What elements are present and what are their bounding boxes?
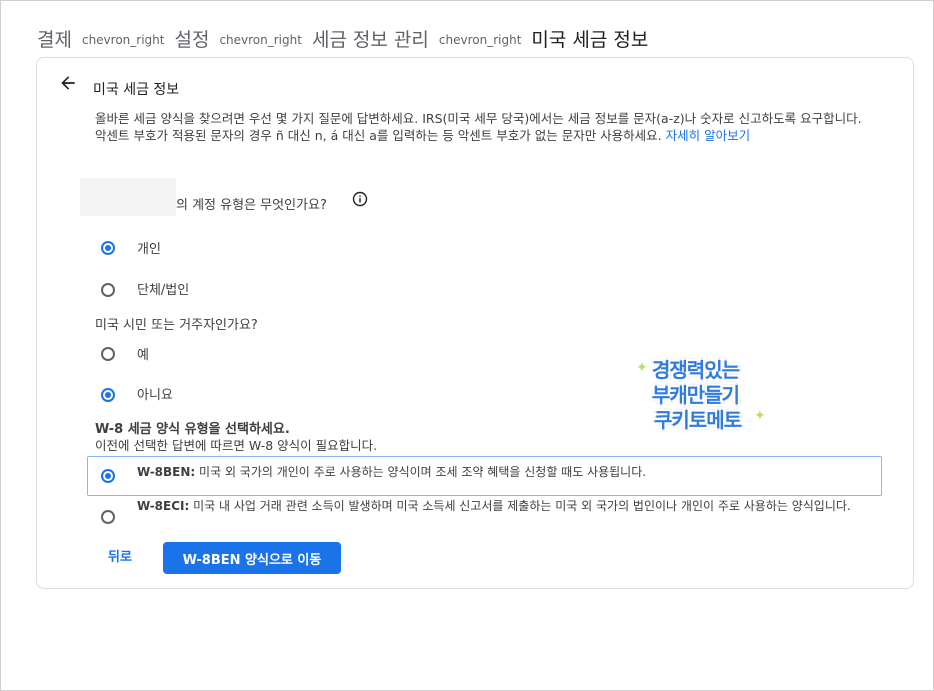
w8ben-desc: 미국 외 국가의 개인이 주로 사용하는 양식이며 조세 조약 혜택을 신청할 … [199,465,647,479]
chevron-right-icon: chevron_right [219,33,302,47]
radio-w8ben[interactable] [101,469,115,483]
learn-more-link[interactable]: 자세히 알아보기 [666,128,750,143]
account-type-question: 의 계정 유형은 무엇인가요? [176,198,327,213]
radio-entity-label: 단체/법인 [137,283,190,298]
radio-individual-label: 개인 [137,242,161,257]
go-to-w8ben-button[interactable]: W-8BEN 양식으로 이동 [163,542,341,574]
back-button[interactable]: 뒤로 [108,546,132,565]
breadcrumb-tax-info[interactable]: 세금 정보 관리 [312,25,429,52]
watermark-line-3: 쿠키토메토 [654,408,742,432]
radio-yes-label: 예 [137,348,149,363]
radio-individual[interactable] [101,241,115,255]
w8ben-code: W-8BEN: [137,465,196,479]
breadcrumb: 결제 chevron_right 설정 chevron_right 세금 정보 … [37,22,648,54]
page-title: 미국 세금 정보 [93,82,180,98]
w8-form-subheading: 이전에 선택한 답변에 따르면 W-8 양식이 필요합니다. [95,438,378,453]
chevron-right-icon: chevron_right [81,33,165,47]
us-citizen-question: 미국 시민 또는 거주자인가요? [95,318,258,333]
radio-yes[interactable] [101,347,115,361]
info-icon[interactable] [352,191,368,207]
chevron-right-icon: chevron_right [438,33,522,47]
w8eci-option-text: W-8ECI: 미국 내 사업 거래 관련 소득이 발생하며 미국 소득세 신고… [137,499,882,514]
radio-entity[interactable] [101,283,115,297]
breadcrumb-settings[interactable]: 설정 [174,25,209,52]
radio-w8eci[interactable] [101,510,115,524]
sparkle-icon: ✦ [636,360,648,376]
w8eci-code: W-8ECI: [137,499,190,513]
breadcrumb-payments[interactable]: 결제 [37,25,72,52]
breadcrumb-current: 미국 세금 정보 [531,28,649,51]
sparkle-icon: ✦ [754,408,766,424]
intro-text: 올바른 세금 양식을 찾으려면 우선 몇 가지 질문에 답변하세요. IRS(미… [95,110,875,144]
radio-no-label: 아니요 [137,388,173,403]
watermark-logo: ✦ ✦ 경쟁력있는 부캐만들기 쿠키토메토 [636,352,766,436]
back-arrow-icon[interactable] [58,73,78,93]
w8ben-option-text: W-8BEN: 미국 외 국가의 개인이 주로 사용하는 양식이며 조세 조약 … [137,465,877,480]
radio-no[interactable] [101,388,115,402]
w8eci-desc: 미국 내 사업 거래 관련 소득이 발생하며 미국 소득세 신고서를 제출하는 … [193,499,851,513]
redacted-account-name [80,178,176,216]
